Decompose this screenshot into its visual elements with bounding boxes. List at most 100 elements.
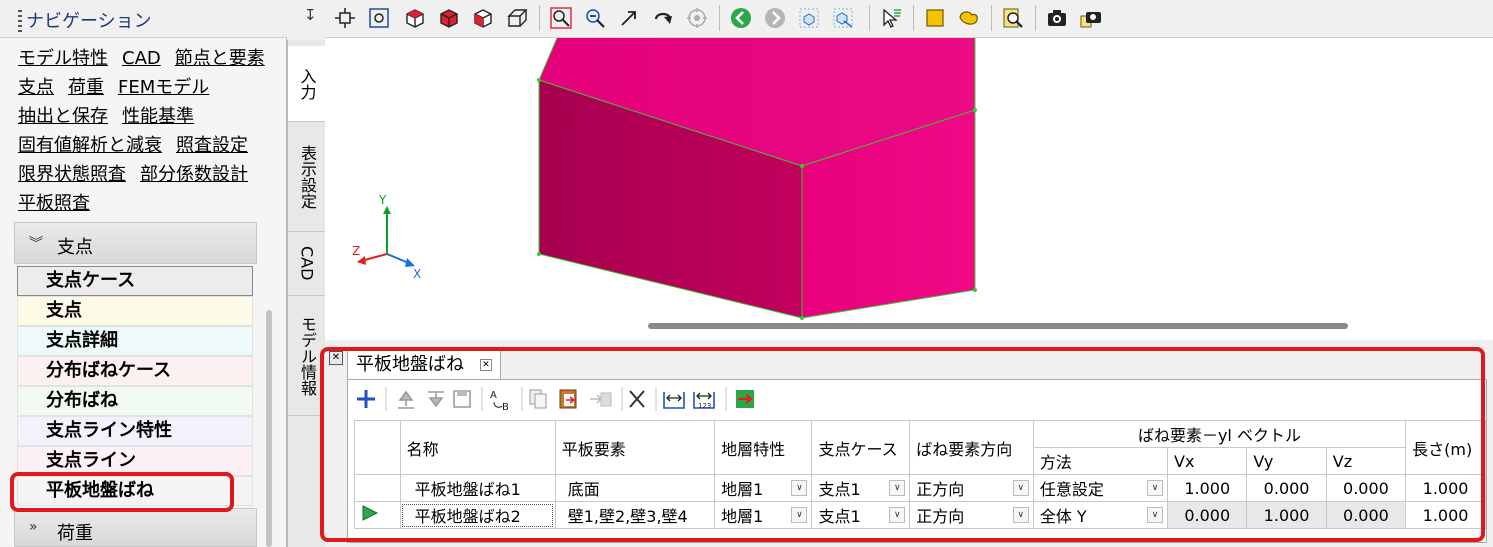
tab-input[interactable]: 入力 (288, 46, 326, 122)
target-icon[interactable] (685, 6, 709, 30)
support-item-support[interactable]: 支点 (17, 296, 253, 326)
back-icon[interactable] (729, 6, 753, 30)
pin-icon[interactable]: ↧ (304, 6, 317, 24)
move-down-icon[interactable] (428, 391, 444, 408)
delete-icon[interactable] (629, 390, 645, 408)
col-method[interactable]: 方法 (1032, 447, 1169, 475)
table-row[interactable]: 平板地盤ばね2 壁1,壁2,壁3,壁4 地層1 ∨ 支点1 ∨ 正方向 ∨ 全体 Y ∨… (354, 501, 1486, 529)
row-selector[interactable] (354, 474, 401, 502)
cell-name[interactable]: 平板地盤ばね2 (399, 501, 556, 529)
link-performance-criteria[interactable]: 性能基準 (122, 106, 194, 127)
wireframe-view-icon[interactable] (505, 6, 529, 30)
save-icon[interactable] (453, 390, 471, 408)
support-item-support-line-properties[interactable]: 支点ライン特性 (17, 416, 253, 446)
select-window-icon[interactable] (923, 6, 947, 30)
tab-model-info[interactable]: モデル情報 (288, 296, 326, 416)
support-item-support-detail[interactable]: 支点詳細 (17, 326, 253, 356)
cell-length[interactable]: 1.000 (1405, 474, 1486, 502)
col-direction[interactable]: ばね要素方向 (909, 420, 1034, 475)
viewport-horizontal-scrollbar[interactable] (648, 323, 1348, 329)
panel-close-icon[interactable]: ✕ (329, 351, 343, 365)
section-load-header[interactable]: » 荷重 (14, 508, 257, 547)
tab-close-icon[interactable]: ✕ (480, 359, 492, 371)
support-item-support-line[interactable]: 支点ライン (17, 446, 253, 476)
cell-support-case[interactable]: 支点1 ∨ (811, 474, 911, 502)
link-supports[interactable]: 支点 (18, 77, 54, 98)
zoom-extents-icon[interactable] (367, 6, 391, 30)
forward-icon[interactable] (763, 6, 787, 30)
tab-plate-ground-spring[interactable]: 平板地盤ばね ✕ (347, 350, 501, 380)
column-width-icon[interactable] (663, 392, 685, 409)
col-plate[interactable]: 平板要素 (554, 420, 716, 475)
support-item-plate-ground-spring[interactable]: 平板地盤ばね (17, 476, 253, 506)
cell-vy[interactable]: 0.000 (1246, 474, 1327, 502)
camera-save-icon[interactable] (1079, 6, 1103, 30)
chevron-down-icon[interactable]: ∨ (1147, 480, 1164, 496)
pan-arrow-icon[interactable] (617, 6, 641, 30)
chevron-down-icon[interactable]: ∨ (1012, 507, 1029, 523)
top-view-icon[interactable] (437, 6, 461, 30)
copy-icon[interactable] (529, 389, 547, 409)
tab-cad[interactable]: CAD (288, 232, 326, 296)
link-partial-factor-design[interactable]: 部分係数設計 (140, 164, 248, 185)
cell-layer[interactable]: 地層1 ∨ (714, 501, 813, 529)
cell-plate[interactable]: 壁1,壁2,壁3,壁4 (554, 501, 716, 529)
select-view-icon[interactable] (797, 6, 821, 30)
rotate-icon[interactable] (651, 6, 675, 30)
row-selector[interactable] (354, 501, 401, 529)
select-polygon-icon[interactable] (957, 6, 981, 30)
col-name[interactable]: 名称 (399, 420, 556, 475)
select-all-view-icon[interactable] (831, 6, 855, 30)
cell-name[interactable]: 平板地盤ばね1 (399, 474, 556, 502)
cell-method[interactable]: 任意設定 ∨ (1032, 474, 1169, 502)
col-vz[interactable]: Vz (1325, 447, 1407, 475)
col-length[interactable]: 長さ(m) (1405, 420, 1486, 475)
section-support-header[interactable]: ︾ 支点 (14, 222, 257, 264)
col-support-case[interactable]: 支点ケース (811, 420, 911, 475)
link-nodes-elements[interactable]: 節点と要素 (175, 48, 265, 69)
cell-direction[interactable]: 正方向 ∨ (909, 501, 1034, 529)
cell-vz[interactable]: 0.000 (1325, 501, 1407, 529)
move-up-icon[interactable] (398, 390, 414, 409)
cell-direction[interactable]: 正方向 ∨ (909, 474, 1034, 502)
col-layer[interactable]: 地層特性 (714, 420, 813, 475)
front-view-icon[interactable] (471, 6, 495, 30)
zoom-out-icon[interactable] (583, 6, 607, 30)
find-icon[interactable] (1001, 6, 1025, 30)
cell-layer[interactable]: 地層1 ∨ (714, 474, 813, 502)
tab-display-settings[interactable]: 表示設定 (288, 122, 326, 232)
link-extract-save[interactable]: 抽出と保存 (18, 106, 108, 127)
support-item-distributed-spring[interactable]: 分布ばね (17, 386, 253, 416)
rename-ab-icon[interactable]: AB (490, 390, 509, 413)
zoom-window-icon[interactable] (549, 6, 573, 30)
link-check-settings[interactable]: 照査設定 (176, 135, 248, 156)
add-icon[interactable] (357, 390, 375, 408)
cell-vy[interactable]: 1.000 (1246, 501, 1327, 529)
cell-vx[interactable]: 1.000 (1167, 474, 1248, 502)
link-model-properties[interactable]: モデル特性 (18, 48, 108, 69)
paste-icon[interactable] (559, 389, 577, 409)
camera-icon[interactable] (1045, 6, 1069, 30)
link-eigenvalue-damping[interactable]: 固有値解析と減衰 (18, 135, 162, 156)
link-plate-check[interactable]: 平板照査 (18, 193, 90, 214)
chevron-down-icon[interactable]: ∨ (1147, 507, 1164, 523)
link-limit-state-check[interactable]: 限界状態照査 (18, 164, 126, 185)
model-viewport[interactable]: Y X Z (325, 37, 1493, 340)
table-row[interactable]: 平板地盤ばね1 底面 地層1 ∨ 支点1 ∨ 正方向 ∨ 任意設定 ∨ 1.000 0.… (354, 474, 1486, 502)
cell-vx[interactable]: 0.000 (1167, 501, 1248, 529)
support-item-distributed-spring-case[interactable]: 分布ばねケース (17, 356, 253, 386)
link-loads[interactable]: 荷重 (68, 77, 104, 98)
link-fem-model[interactable]: FEMモデル (118, 77, 209, 98)
cell-plate[interactable]: 底面 (554, 474, 716, 502)
chevron-down-icon[interactable]: ∨ (889, 480, 906, 496)
import-icon[interactable] (590, 392, 612, 407)
select-pointer-icon[interactable] (879, 6, 903, 30)
panel-splitter[interactable] (325, 340, 1493, 347)
chevron-down-icon[interactable]: ∨ (791, 480, 808, 496)
cell-method[interactable]: 全体 Y ∨ (1032, 501, 1169, 529)
iso-view-icon[interactable] (403, 6, 427, 30)
col-vx[interactable]: Vx (1167, 447, 1248, 475)
cell-vz[interactable]: 0.000 (1325, 474, 1407, 502)
link-cad[interactable]: CAD (122, 48, 161, 69)
cell-support-case[interactable]: 支点1 ∨ (811, 501, 911, 529)
